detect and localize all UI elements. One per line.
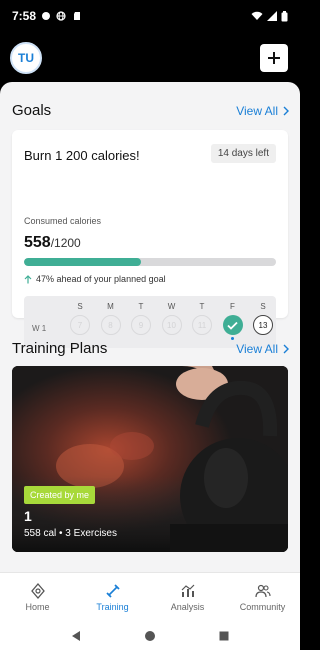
nav-label: Analysis (170, 602, 205, 612)
bottom-nav: Home Training Analysis Community (0, 572, 300, 622)
kettlebell-photo (12, 366, 288, 552)
nav-analysis[interactable]: Analysis (150, 573, 225, 622)
consumed-current: 558 (24, 234, 51, 251)
plan-name: 1 (24, 508, 32, 524)
created-by-me-badge: Created by me (24, 486, 96, 504)
training-plans-section-header: Training Plans View All (12, 340, 290, 357)
ahead-status: 47% ahead of your planned goal (24, 274, 166, 284)
consumed-calories-value: 558/1200 (24, 234, 81, 252)
day-completed-circle (222, 315, 243, 335)
nav-label: Home (25, 602, 50, 612)
home-circle-icon[interactable] (144, 630, 156, 642)
globe-icon (56, 11, 66, 21)
week-day[interactable]: F (221, 302, 245, 340)
calorie-progress-bar (24, 258, 276, 266)
goals-view-all-link[interactable]: View All (236, 104, 290, 118)
day-circle: 10 (161, 315, 182, 335)
sd-card-icon (74, 12, 81, 20)
nav-training[interactable]: Training (75, 573, 150, 622)
arrow-up-icon (24, 274, 32, 283)
week-day[interactable]: T9 (129, 302, 153, 335)
status-time: 7:58 (12, 9, 37, 23)
week-day[interactable]: W 10 (160, 302, 184, 335)
week-day[interactable]: S7 (68, 302, 92, 335)
nav-home[interactable]: Home (0, 573, 75, 622)
ahead-text: 47% ahead of your planned goal (36, 274, 166, 284)
days-left-badge: 14 days left (210, 144, 276, 163)
week-label: W 1 (32, 324, 47, 333)
day-circle: 8 (100, 315, 121, 335)
day-circle: 13 (253, 315, 273, 335)
nav-label: Training (96, 602, 129, 612)
system-nav-bar (0, 622, 300, 650)
nav-label: Community (239, 602, 286, 612)
goals-title: Goals (12, 102, 52, 119)
day-circle: 7 (70, 315, 90, 335)
day-letter: S (260, 302, 266, 311)
dumbbell-icon (105, 584, 120, 598)
goals-section-header: Goals View All (12, 102, 290, 119)
day-letter: W (167, 302, 176, 311)
day-circle: 9 (131, 315, 151, 335)
day-letter: T (199, 302, 205, 311)
week-day[interactable]: T 11 (190, 302, 214, 335)
main-content: Goals View All Burn 1 200 calories! 14 d… (0, 82, 300, 572)
status-bar: 7:58 (0, 0, 300, 32)
notification-dot-icon (42, 12, 51, 20)
consumed-calories-label: Consumed calories (24, 216, 102, 226)
add-button[interactable] (260, 44, 288, 72)
view-all-label: View All (236, 103, 278, 118)
day-letter: T (138, 302, 144, 311)
goal-card[interactable]: Burn 1 200 calories! 14 days left Consum… (12, 130, 288, 348)
app-header: TU (0, 32, 300, 82)
recents-icon[interactable] (218, 630, 230, 642)
signal-icon (267, 11, 277, 21)
plan-meta: 558 cal • 3 Exercises (24, 528, 117, 539)
progress-fill (24, 258, 142, 266)
training-plans-view-all-link[interactable]: View All (236, 342, 290, 356)
chevron-right-icon (283, 106, 289, 115)
battery-icon (281, 10, 288, 21)
chevron-right-icon (283, 344, 289, 353)
consumed-target: /1200 (50, 236, 81, 250)
goal-title: Burn 1 200 calories! (24, 148, 140, 163)
home-icon (30, 583, 45, 599)
people-icon (254, 584, 271, 598)
training-plans-title: Training Plans (12, 340, 108, 357)
plus-icon (268, 52, 280, 64)
check-icon (227, 321, 238, 330)
day-letter: S (77, 302, 83, 311)
view-all-label: View All (236, 341, 278, 356)
week-day[interactable]: M8 (99, 302, 123, 335)
nav-community[interactable]: Community (225, 573, 300, 622)
week-day[interactable]: S 13 (251, 302, 275, 335)
day-letter: M (107, 302, 114, 311)
avatar[interactable]: TU (10, 42, 42, 74)
back-icon[interactable] (70, 630, 82, 642)
training-plan-card[interactable]: Created by me 1 558 cal • 3 Exercises (12, 366, 288, 552)
chart-icon (181, 584, 194, 597)
wifi-icon (251, 11, 263, 20)
day-circle: 11 (192, 315, 212, 335)
day-letter: F (230, 302, 235, 311)
